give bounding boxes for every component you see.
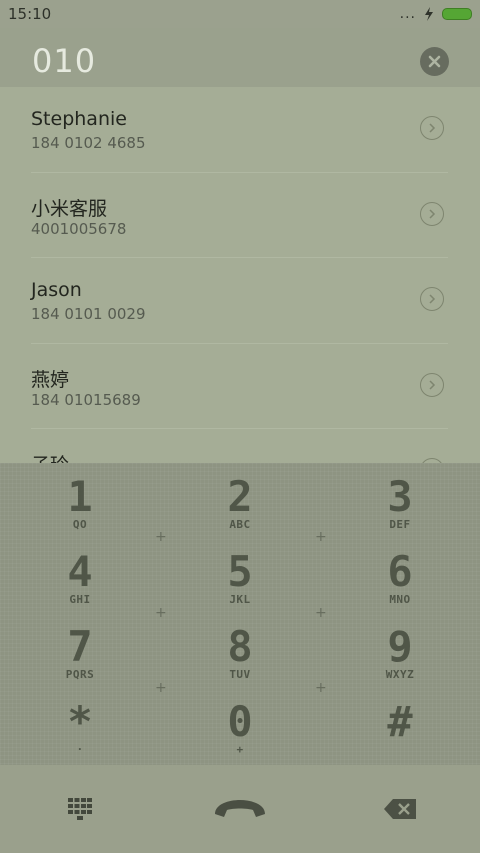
bottom-action-bar — [0, 765, 480, 853]
key-letters: WXYZ — [385, 668, 415, 681]
key-9[interactable]: 9 WXYZ — [320, 613, 480, 688]
contact-name: Stephanie — [31, 108, 127, 130]
key-letters: + — [236, 743, 244, 756]
contact-row[interactable]: Jason 184 0101 0029 — [31, 258, 448, 344]
key-1[interactable]: 1 QO — [0, 463, 160, 538]
key-digit: 7 — [67, 622, 93, 671]
contact-detail-button[interactable] — [420, 372, 444, 397]
key-letters: JKL — [229, 593, 251, 606]
battery-icon — [442, 8, 472, 20]
key-letters: · — [76, 743, 84, 756]
key-digit: # — [387, 697, 413, 746]
key-digit: 5 — [227, 547, 253, 596]
key-letters: ABC — [229, 518, 251, 531]
clear-button[interactable] — [420, 47, 449, 76]
key-letters: QO — [72, 518, 88, 531]
key-digit: 2 — [227, 472, 253, 521]
more-indicator-icon: ... — [399, 6, 416, 22]
key-3[interactable]: 3 DEF — [320, 463, 480, 538]
chevron-right-icon — [429, 379, 436, 390]
contact-detail-button[interactable] — [420, 116, 444, 140]
bolt-icon — [425, 7, 433, 21]
key-letters: DEF — [389, 518, 411, 531]
contact-number: 184 0101 0029 — [31, 305, 146, 323]
contact-number: 4001005678 — [31, 219, 127, 238]
key-7[interactable]: 7 PQRS — [0, 613, 160, 688]
grid-cross-icon: + — [155, 529, 167, 545]
grid-cross-icon: + — [315, 680, 327, 696]
key-6[interactable]: 6 MNO — [320, 538, 480, 613]
key-8[interactable]: 8 TUV — [160, 613, 320, 688]
key-digit: * — [67, 697, 93, 746]
key-0[interactable]: 0 + — [160, 688, 320, 763]
contact-row[interactable]: 子玲 — [31, 429, 448, 463]
backspace-icon — [384, 799, 416, 819]
key-letters: GHI — [69, 593, 91, 606]
contact-name: 燕婷 — [31, 368, 70, 391]
key-digit: 4 — [67, 547, 93, 596]
grid-cross-icon: + — [155, 680, 167, 696]
status-bar: 15:10 ... — [0, 0, 480, 28]
contact-number: 184 0102 4685 — [31, 134, 146, 152]
contact-number: 184 01015689 — [31, 390, 141, 409]
dialed-number[interactable]: 010 — [32, 42, 96, 80]
key-digit: 1 — [67, 472, 93, 521]
key-letters: MNO — [389, 593, 411, 606]
chevron-right-icon — [429, 208, 436, 219]
contact-results: Stephanie 184 0102 4685 小米客服 4001005678 … — [0, 87, 480, 463]
key-5[interactable]: 5 JKL — [160, 538, 320, 613]
contact-row[interactable]: 小米客服 4001005678 — [31, 173, 448, 258]
contact-detail-button[interactable] — [420, 201, 444, 226]
status-icons: ... — [400, 4, 472, 24]
clear-icon — [428, 55, 441, 68]
key-digit: 6 — [387, 547, 413, 596]
contact-row[interactable]: 燕婷 184 01015689 — [31, 344, 448, 429]
contact-row[interactable]: Stephanie 184 0102 4685 — [31, 87, 448, 173]
key-digit: 9 — [387, 622, 413, 671]
grid-cross-icon: + — [155, 605, 167, 621]
status-time: 15:10 — [8, 5, 52, 23]
grid-cross-icon: + — [315, 529, 327, 545]
toggle-dialpad-button[interactable] — [0, 765, 160, 853]
contact-name: 小米客服 — [31, 197, 108, 220]
chevron-right-icon — [429, 123, 436, 133]
key-hash[interactable]: # — [320, 688, 480, 763]
chevron-right-icon — [429, 294, 436, 304]
key-letters: TUV — [229, 668, 251, 681]
key-letters: PQRS — [65, 668, 95, 681]
contact-name: 子玲 — [31, 450, 69, 463]
key-digit: 8 — [227, 622, 253, 671]
key-digit: 0 — [227, 697, 253, 746]
search-header: 010 — [0, 28, 480, 87]
backspace-button[interactable] — [320, 765, 480, 853]
call-icon — [215, 800, 265, 817]
grid-cross-icon: + — [315, 605, 327, 621]
contact-detail-button[interactable] — [420, 287, 444, 311]
dialpad-grid-icon — [68, 798, 92, 820]
call-button[interactable] — [160, 765, 320, 853]
key-4[interactable]: 4 GHI — [0, 538, 160, 613]
contact-name: Jason — [31, 279, 82, 301]
key-star[interactable]: * · — [0, 688, 160, 763]
dialpad: 1 QO 2 ABC 3 DEF 4 GHI 5 JKL 6 MNO 7 PQR… — [0, 463, 480, 765]
key-2[interactable]: 2 ABC — [160, 463, 320, 538]
key-digit: 3 — [387, 472, 413, 521]
